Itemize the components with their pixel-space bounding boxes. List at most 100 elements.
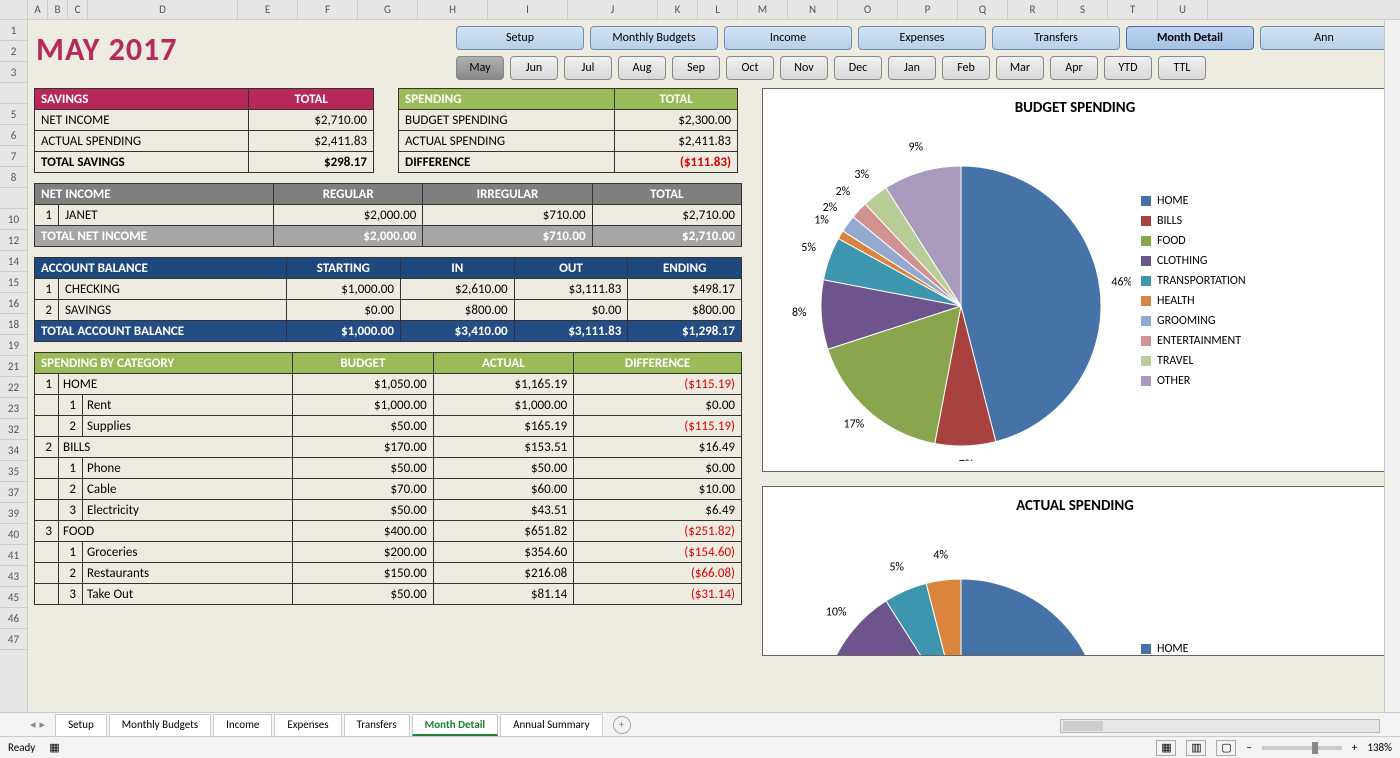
sheet-tab-annual-summary[interactable]: Annual Summary xyxy=(500,714,603,736)
sheet-tab-setup[interactable]: Setup xyxy=(55,714,107,736)
row-header[interactable]: 15 xyxy=(0,272,27,293)
svg-text:5%: 5% xyxy=(889,560,904,574)
zoom-in-button[interactable]: + xyxy=(1352,741,1357,754)
nav-button-ann[interactable]: Ann xyxy=(1260,26,1388,50)
column-header[interactable]: M xyxy=(738,0,788,19)
actual-spending-chart: ACTUAL SPENDING 48%6%27%10%5%4% HOMEBILL… xyxy=(762,486,1388,656)
nav-button-month-detail[interactable]: Month Detail xyxy=(1126,26,1254,50)
row-header[interactable]: 40 xyxy=(0,524,27,545)
macro-icon[interactable]: ▦ xyxy=(49,741,59,754)
zoom-out-button[interactable]: − xyxy=(1246,741,1251,754)
row-header[interactable] xyxy=(0,83,27,104)
column-header[interactable]: P xyxy=(898,0,958,19)
month-button-ytd[interactable]: YTD xyxy=(1104,56,1152,80)
row-header[interactable]: 21 xyxy=(0,356,27,377)
horizontal-scrollbar[interactable] xyxy=(1060,719,1380,733)
column-header[interactable]: H xyxy=(418,0,488,19)
row-header[interactable]: 18 xyxy=(0,314,27,335)
add-sheet-button[interactable]: + xyxy=(613,716,631,734)
row-header[interactable]: 12 xyxy=(0,230,27,251)
row-header[interactable]: 23 xyxy=(0,398,27,419)
column-header[interactable]: A xyxy=(28,0,48,19)
column-header[interactable]: T xyxy=(1108,0,1158,19)
month-button-aug[interactable]: Aug xyxy=(618,56,666,80)
column-header[interactable]: Q xyxy=(958,0,1008,19)
row-header[interactable]: 16 xyxy=(0,293,27,314)
row-header[interactable]: 39 xyxy=(0,503,27,524)
column-header[interactable]: L xyxy=(698,0,738,19)
column-header[interactable]: F xyxy=(298,0,358,19)
page-layout-view-icon[interactable]: ▥ xyxy=(1186,740,1206,756)
row-header[interactable]: 6 xyxy=(0,125,27,146)
row-header[interactable]: 10 xyxy=(0,209,27,230)
month-button-may[interactable]: May xyxy=(456,56,504,80)
row-header[interactable]: 34 xyxy=(0,440,27,461)
row-header[interactable]: 41 xyxy=(0,545,27,566)
sheet-tab-transfers[interactable]: Transfers xyxy=(344,714,410,736)
nav-button-setup[interactable]: Setup xyxy=(456,26,584,50)
spending-header: SPENDING xyxy=(399,89,615,110)
month-button-ttl[interactable]: TTL xyxy=(1158,56,1206,80)
nav-button-income[interactable]: Income xyxy=(724,26,852,50)
column-header[interactable]: C xyxy=(68,0,88,19)
normal-view-icon[interactable]: ▦ xyxy=(1156,740,1176,756)
column-header[interactable]: E xyxy=(238,0,298,19)
column-header[interactable]: B xyxy=(48,0,68,19)
svg-text:1%: 1% xyxy=(814,214,829,228)
row-header[interactable] xyxy=(0,188,27,209)
zoom-level[interactable]: 138% xyxy=(1367,741,1392,754)
row-header[interactable]: 19 xyxy=(0,335,27,356)
nav-button-expenses[interactable]: Expenses xyxy=(858,26,986,50)
row-header[interactable]: 32 xyxy=(0,419,27,440)
row-header[interactable]: 3 xyxy=(0,62,27,83)
svg-text:7%: 7% xyxy=(959,458,974,461)
column-header[interactable]: I xyxy=(488,0,568,19)
tabs-nav[interactable]: ◂▸ xyxy=(30,718,45,731)
column-header[interactable]: G xyxy=(358,0,418,19)
month-button-mar[interactable]: Mar xyxy=(996,56,1044,80)
row-header[interactable]: 7 xyxy=(0,146,27,167)
zoom-slider[interactable] xyxy=(1262,746,1342,750)
column-header[interactable]: U xyxy=(1158,0,1208,19)
svg-text:8%: 8% xyxy=(792,306,807,320)
month-button-nov[interactable]: Nov xyxy=(780,56,828,80)
month-button-jan[interactable]: Jan xyxy=(888,56,936,80)
row-header[interactable]: 2 xyxy=(0,41,27,62)
month-button-oct[interactable]: Oct xyxy=(726,56,774,80)
month-button-feb[interactable]: Feb xyxy=(942,56,990,80)
row-header[interactable]: 35 xyxy=(0,461,27,482)
nav-button-transfers[interactable]: Transfers xyxy=(992,26,1120,50)
sheet-tab-income[interactable]: Income xyxy=(213,714,272,736)
row-header[interactable]: 8 xyxy=(0,167,27,188)
column-header[interactable]: J xyxy=(568,0,658,19)
vertical-scrollbar[interactable] xyxy=(1384,20,1400,712)
row-header[interactable]: 47 xyxy=(0,629,27,650)
row-header[interactable]: 22 xyxy=(0,377,27,398)
sheet-tab-monthly-budgets[interactable]: Monthly Budgets xyxy=(109,714,211,736)
column-header[interactable]: O xyxy=(838,0,898,19)
row-header[interactable]: 45 xyxy=(0,587,27,608)
page-break-view-icon[interactable]: ▢ xyxy=(1216,740,1236,756)
row-header[interactable]: 46 xyxy=(0,608,27,629)
month-button-jul[interactable]: Jul xyxy=(564,56,612,80)
sheet-tab-month-detail[interactable]: Month Detail xyxy=(412,714,498,736)
month-button-apr[interactable]: Apr xyxy=(1050,56,1098,80)
column-header[interactable]: S xyxy=(1058,0,1108,19)
nav-button-monthly-budgets[interactable]: Monthly Budgets xyxy=(590,26,718,50)
column-header[interactable]: R xyxy=(1008,0,1058,19)
month-button-sep[interactable]: Sep xyxy=(672,56,720,80)
row-header[interactable]: 1 xyxy=(0,20,27,41)
month-button-dec[interactable]: Dec xyxy=(834,56,882,80)
svg-text:10%: 10% xyxy=(826,606,847,620)
row-header[interactable]: 37 xyxy=(0,482,27,503)
row-header[interactable]: 5 xyxy=(0,104,27,125)
month-button-jun[interactable]: Jun xyxy=(510,56,558,80)
row-header[interactable]: 14 xyxy=(0,251,27,272)
legend-item: OTHER xyxy=(1141,374,1246,388)
sheet-tab-expenses[interactable]: Expenses xyxy=(274,714,341,736)
column-header[interactable]: N xyxy=(788,0,838,19)
column-header[interactable]: K xyxy=(658,0,698,19)
column-header[interactable]: D xyxy=(88,0,238,19)
status-text: Ready xyxy=(8,741,35,754)
row-header[interactable]: 43 xyxy=(0,566,27,587)
